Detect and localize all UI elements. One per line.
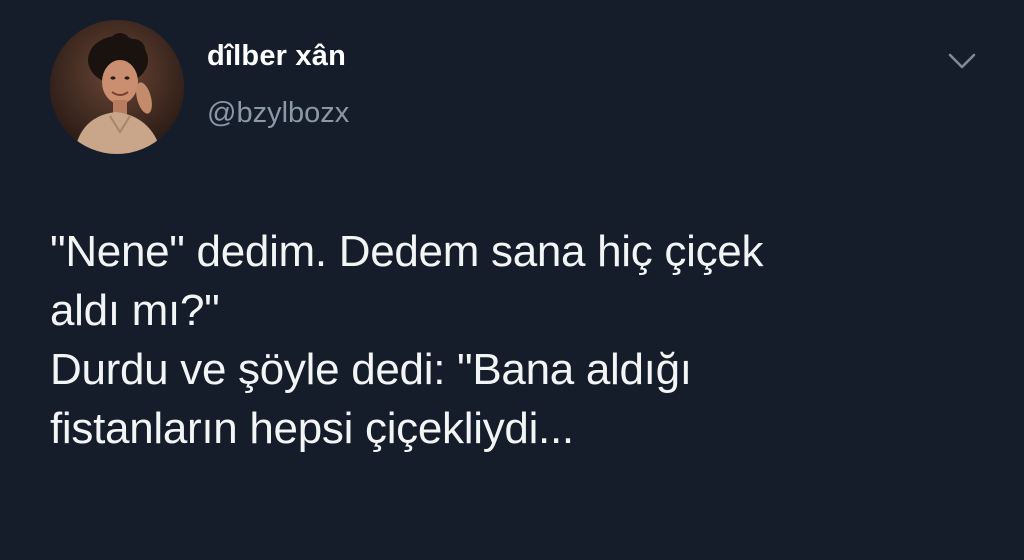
- tweet-text-line: aldı mı?": [50, 286, 220, 335]
- avatar-photo: [50, 20, 184, 154]
- user-handle[interactable]: @bzylbozx: [207, 97, 349, 130]
- tweet-card: dîlber xân @bzylbozx "Nene" dedim. Dedem…: [0, 0, 1024, 560]
- avatar[interactable]: [50, 20, 184, 154]
- tweet-text: "Nene" dedim. Dedem sana hiç çiçek aldı …: [50, 222, 990, 458]
- tweet-text-line: fistanların hepsi çiçekliydi...: [50, 404, 574, 453]
- tweet-text-line: Durdu ve şöyle dedi: "Bana aldığı: [50, 345, 692, 394]
- chevron-down-icon[interactable]: [946, 48, 978, 74]
- tweet-text-line: "Nene" dedim. Dedem sana hiç çiçek: [50, 227, 764, 276]
- display-name[interactable]: dîlber xân: [207, 40, 346, 73]
